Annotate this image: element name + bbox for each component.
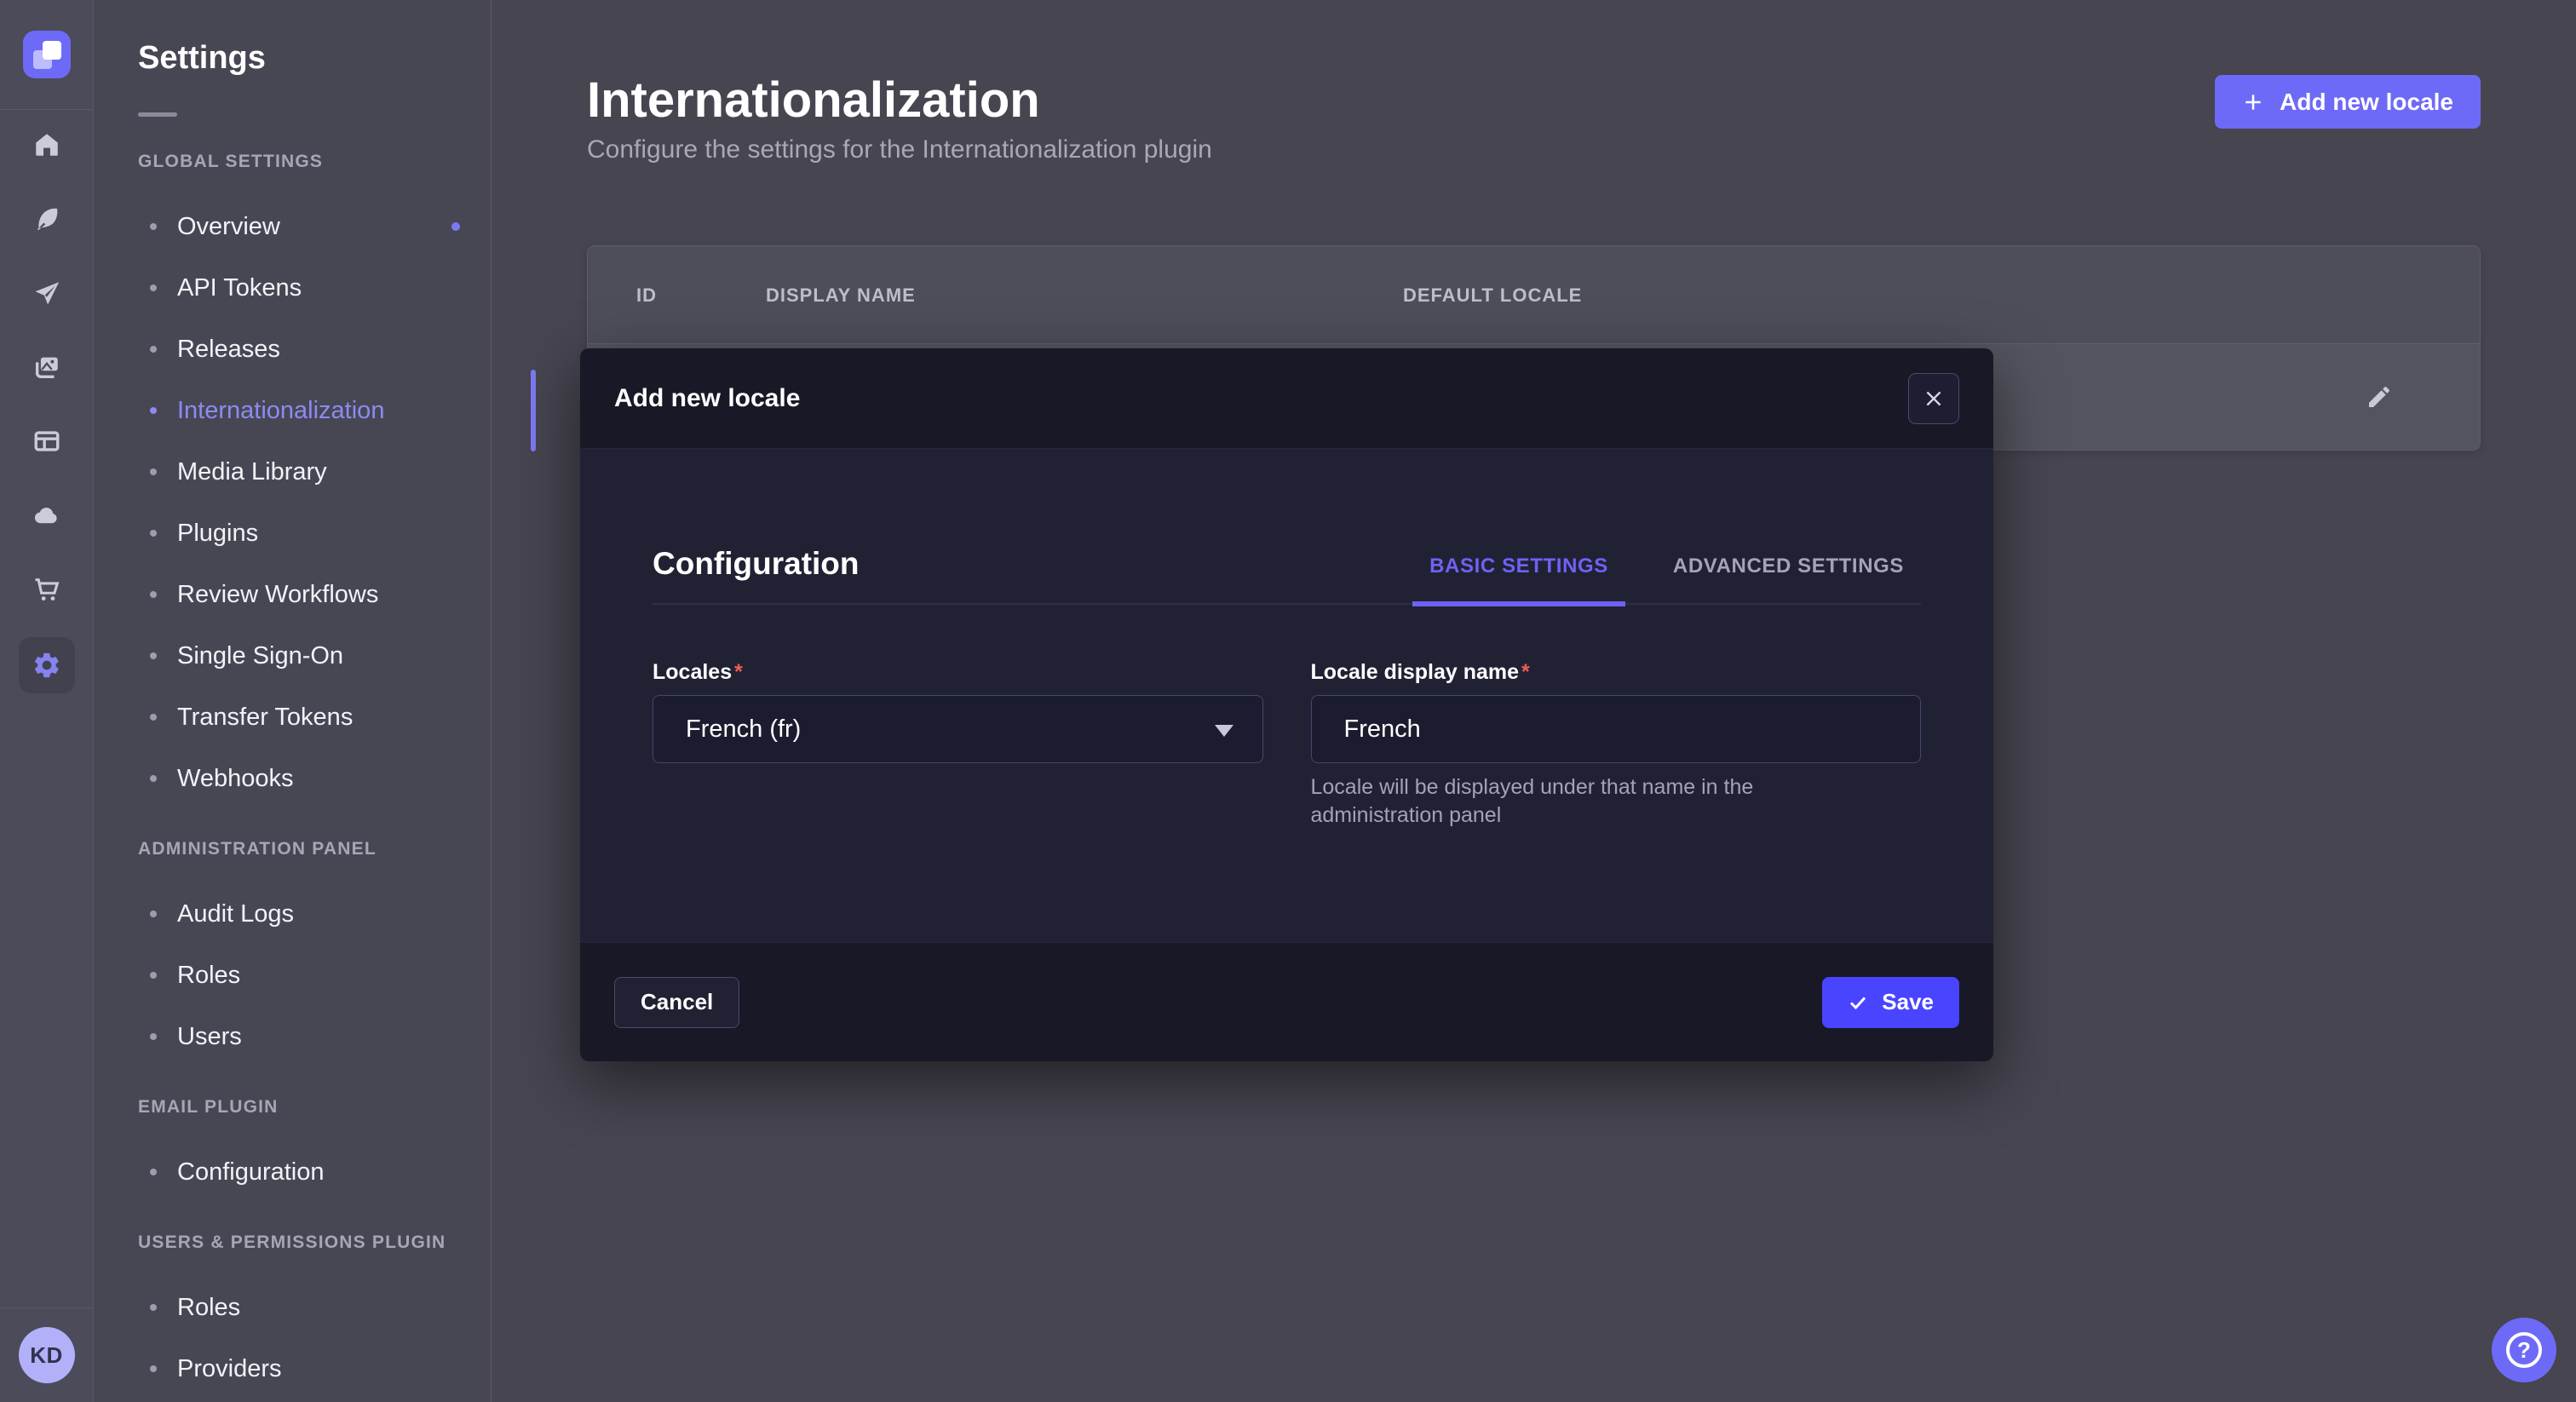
- deploy-send-icon[interactable]: [32, 279, 61, 307]
- bullet-icon: [150, 652, 157, 659]
- user-section: KD: [0, 1307, 93, 1402]
- configuration-section-title: Configuration: [653, 545, 860, 603]
- settings-sidebar: Settings GLOBAL SETTINGS Overview API To…: [94, 0, 492, 1402]
- bullet-icon: [150, 775, 157, 782]
- save-button[interactable]: Save: [1822, 977, 1959, 1028]
- modal-footer: Cancel Save: [580, 942, 1993, 1061]
- column-header-display-name: DISPLAY NAME: [766, 246, 916, 344]
- sidebar-item-providers[interactable]: Providers: [138, 1338, 491, 1399]
- locales-select-value: French (fr): [686, 715, 801, 744]
- sidebar-item-transfer-tokens[interactable]: Transfer Tokens: [138, 687, 491, 748]
- bullet-icon: [150, 714, 157, 721]
- sidebar-item-roles-admin[interactable]: Roles: [138, 945, 491, 1006]
- required-asterisk: *: [1521, 660, 1530, 684]
- help-question-icon: ?: [2506, 1332, 2542, 1368]
- edit-locale-button[interactable]: [2360, 378, 2398, 416]
- sidebar-item-webhooks[interactable]: Webhooks: [138, 748, 491, 809]
- sidebar-item-releases[interactable]: Releases: [138, 319, 491, 380]
- bullet-icon: [150, 407, 157, 414]
- settings-tabs: BASIC SETTINGS ADVANCED SETTINGS: [1382, 554, 1921, 603]
- add-new-locale-modal: Add new locale Configuration BASIC SETTI…: [580, 348, 1993, 1061]
- bullet-icon: [150, 972, 157, 979]
- bullet-icon: [150, 911, 157, 917]
- content-builder-feather-icon[interactable]: [32, 204, 61, 233]
- home-icon[interactable]: [32, 130, 61, 159]
- title-divider: [138, 112, 177, 117]
- tab-basic-settings[interactable]: BASIC SETTINGS: [1412, 554, 1625, 606]
- caret-down-icon: [1215, 725, 1233, 737]
- locales-select[interactable]: French (fr): [653, 695, 1263, 763]
- user-avatar[interactable]: KD: [19, 1327, 75, 1383]
- sidebar-item-api-tokens[interactable]: API Tokens: [138, 257, 491, 319]
- bullet-icon: [150, 346, 157, 353]
- sidebar-item-users[interactable]: Users: [138, 1006, 491, 1067]
- bullet-icon: [150, 1169, 157, 1175]
- section-header-email-plugin: EMAIL PLUGIN: [138, 1096, 491, 1118]
- strapi-logo[interactable]: [23, 31, 71, 78]
- sidebar-item-audit-logs[interactable]: Audit Logs: [138, 883, 491, 945]
- strapi-logo-mark: [43, 41, 61, 60]
- modal-header: Add new locale: [580, 348, 1993, 449]
- media-library-images-icon[interactable]: [32, 353, 61, 382]
- bullet-icon: [150, 223, 157, 230]
- bullet-icon: [150, 530, 157, 537]
- marketplace-cart-icon[interactable]: [32, 575, 61, 604]
- sidebar-item-roles-up[interactable]: Roles: [138, 1277, 491, 1338]
- page-subtitle: Configure the settings for the Internati…: [587, 135, 2481, 165]
- page-title: Internationalization: [587, 73, 2481, 128]
- tab-advanced-settings[interactable]: ADVANCED SETTINGS: [1656, 554, 1921, 606]
- nav-icon-list: [19, 110, 75, 693]
- locale-form: Locales* French (fr) Locale display name…: [653, 659, 1921, 830]
- close-modal-button[interactable]: [1908, 373, 1959, 424]
- column-header-id: ID: [636, 246, 657, 344]
- section-header-administration-panel: ADMINISTRATION PANEL: [138, 838, 491, 860]
- settings-gear-icon: [32, 651, 61, 680]
- plus-icon: [2242, 91, 2264, 113]
- bullet-icon: [150, 1304, 157, 1311]
- sidebar-item-configuration[interactable]: Configuration: [138, 1141, 491, 1203]
- sidebar-item-media-library[interactable]: Media Library: [138, 441, 491, 503]
- section-header-global-settings: GLOBAL SETTINGS: [138, 151, 491, 173]
- modal-title: Add new locale: [614, 384, 800, 413]
- pencil-icon: [2366, 383, 2393, 411]
- bullet-icon: [150, 468, 157, 475]
- help-button[interactable]: ?: [2492, 1318, 2556, 1382]
- configuration-header-row: Configuration BASIC SETTINGS ADVANCED SE…: [653, 545, 1921, 605]
- content-manager-layout-icon[interactable]: [32, 427, 61, 456]
- bullet-icon: [150, 591, 157, 598]
- bullet-icon: [150, 1365, 157, 1372]
- cloud-icon[interactable]: [32, 501, 61, 530]
- column-header-default-locale: DEFAULT LOCALE: [1403, 246, 1582, 344]
- modal-body: Configuration BASIC SETTINGS ADVANCED SE…: [580, 449, 1993, 942]
- check-icon: [1848, 992, 1868, 1013]
- display-name-input[interactable]: [1311, 695, 1922, 763]
- locales-label: Locales*: [653, 659, 1263, 685]
- display-name-hint: Locale will be displayed under that name…: [1311, 773, 1873, 830]
- section-header-users-permissions-plugin: USERS & PERMISSIONS PLUGIN: [138, 1232, 491, 1254]
- add-new-locale-button[interactable]: Add new locale: [2215, 75, 2481, 129]
- cancel-button[interactable]: Cancel: [614, 977, 739, 1028]
- settings-sidebar-title: Settings: [138, 39, 491, 77]
- close-icon: [1923, 388, 1945, 410]
- table-header-row: ID DISPLAY NAME DEFAULT LOCALE: [588, 246, 2480, 344]
- logo-section: [0, 0, 93, 110]
- locales-field-group: Locales* French (fr): [653, 659, 1263, 830]
- main-nav-rail: KD: [0, 0, 94, 1402]
- settings-nav-tile[interactable]: [19, 637, 75, 693]
- display-name-field-group: Locale display name* Locale will be disp…: [1311, 659, 1922, 830]
- sidebar-item-internationalization[interactable]: Internationalization: [138, 380, 491, 441]
- notification-dot: [451, 222, 460, 231]
- sidebar-item-plugins[interactable]: Plugins: [138, 503, 491, 564]
- sidebar-item-single-sign-on[interactable]: Single Sign-On: [138, 625, 491, 687]
- sidebar-item-overview[interactable]: Overview: [138, 196, 491, 257]
- bullet-icon: [150, 1033, 157, 1040]
- required-asterisk: *: [734, 660, 743, 684]
- bullet-icon: [150, 284, 157, 291]
- sidebar-item-review-workflows[interactable]: Review Workflows: [138, 564, 491, 625]
- display-name-label: Locale display name*: [1311, 659, 1922, 685]
